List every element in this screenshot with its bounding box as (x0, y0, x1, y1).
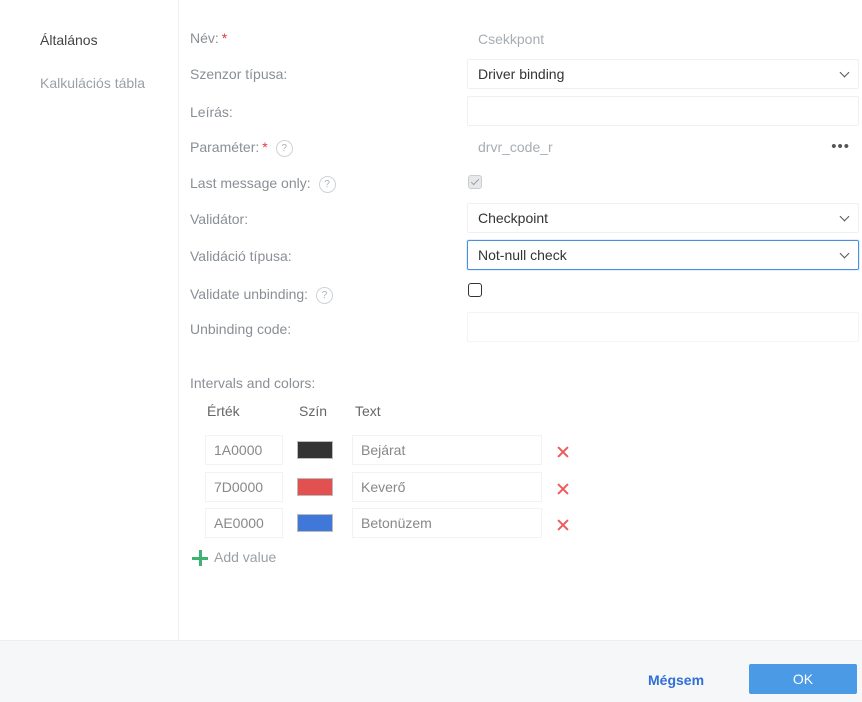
description-label: Leírás: (190, 104, 233, 120)
chevron-down-icon (839, 211, 850, 222)
validation-type-value: Not-null check (478, 247, 567, 263)
parameter-label: Paraméter: *? (190, 139, 293, 157)
delete-icon[interactable] (556, 445, 570, 459)
required-mark: * (221, 30, 228, 46)
chevron-down-icon (839, 248, 850, 259)
name-input[interactable]: Csekkpont (467, 24, 859, 54)
interval-value-input[interactable]: 1A0000 (205, 435, 283, 465)
sidebar: Általános Kalkulációs tábla (0, 0, 179, 640)
validator-value: Checkpoint (478, 210, 549, 226)
unbinding-code-input[interactable] (467, 312, 859, 342)
text-column-header: Text (355, 403, 381, 419)
color-column-header: Szín (299, 403, 328, 419)
sensor-type-label: Szenzor típusa: (190, 66, 288, 82)
interval-text-input[interactable]: Betonüzem (352, 508, 542, 538)
dialog-footer (0, 640, 862, 702)
last-message-checkbox[interactable] (468, 175, 482, 189)
cancel-button[interactable]: Mégsem (640, 668, 712, 692)
validator-select[interactable]: Checkpoint (467, 203, 859, 233)
intervals-title: Intervals and colors: (190, 375, 316, 391)
delete-icon[interactable] (556, 518, 570, 532)
add-value-button[interactable]: Add value (192, 549, 277, 567)
validator-label: Validátor: (190, 211, 249, 227)
help-icon[interactable]: ? (275, 139, 293, 157)
interval-text-input[interactable]: Bejárat (352, 435, 542, 465)
sensor-type-select[interactable]: Driver binding (467, 59, 859, 89)
value-column-header: Érték (207, 403, 240, 419)
help-icon[interactable]: ? (316, 286, 334, 304)
parameter-input[interactable]: drvr_code_r ••• (467, 132, 859, 162)
help-icon[interactable]: ? (318, 175, 336, 193)
interval-text-input[interactable]: Keverő (352, 472, 542, 502)
color-swatch[interactable] (297, 478, 333, 496)
sidebar-item-general[interactable]: Általános (40, 32, 98, 48)
interval-value-input[interactable]: AE0000 (205, 508, 283, 538)
chevron-down-icon (839, 67, 850, 78)
ok-button[interactable]: OK (749, 664, 857, 694)
name-label: Név: * (190, 30, 228, 46)
more-options-icon[interactable]: ••• (831, 133, 850, 161)
validate-unbinding-label: Validate unbinding:? (190, 286, 334, 304)
sidebar-item-calculation-table[interactable]: Kalkulációs tábla (40, 75, 145, 91)
delete-icon[interactable] (556, 482, 570, 496)
required-mark: * (262, 139, 268, 155)
validation-type-label: Validáció típusa: (190, 248, 292, 264)
parameter-value: drvr_code_r (478, 139, 553, 155)
interval-value-input[interactable]: 7D0000 (205, 472, 283, 502)
color-swatch[interactable] (297, 514, 333, 532)
checkmark-icon (470, 176, 480, 186)
last-message-label: Last message only:? (190, 175, 336, 193)
plus-icon (192, 550, 208, 567)
color-swatch[interactable] (297, 441, 333, 459)
add-value-label: Add value (214, 549, 277, 565)
description-input[interactable] (467, 96, 859, 126)
sensor-type-value: Driver binding (478, 66, 565, 82)
unbinding-code-label: Unbinding code: (190, 321, 292, 337)
validation-type-select[interactable]: Not-null check (467, 240, 859, 270)
validate-unbinding-checkbox[interactable] (468, 283, 482, 297)
